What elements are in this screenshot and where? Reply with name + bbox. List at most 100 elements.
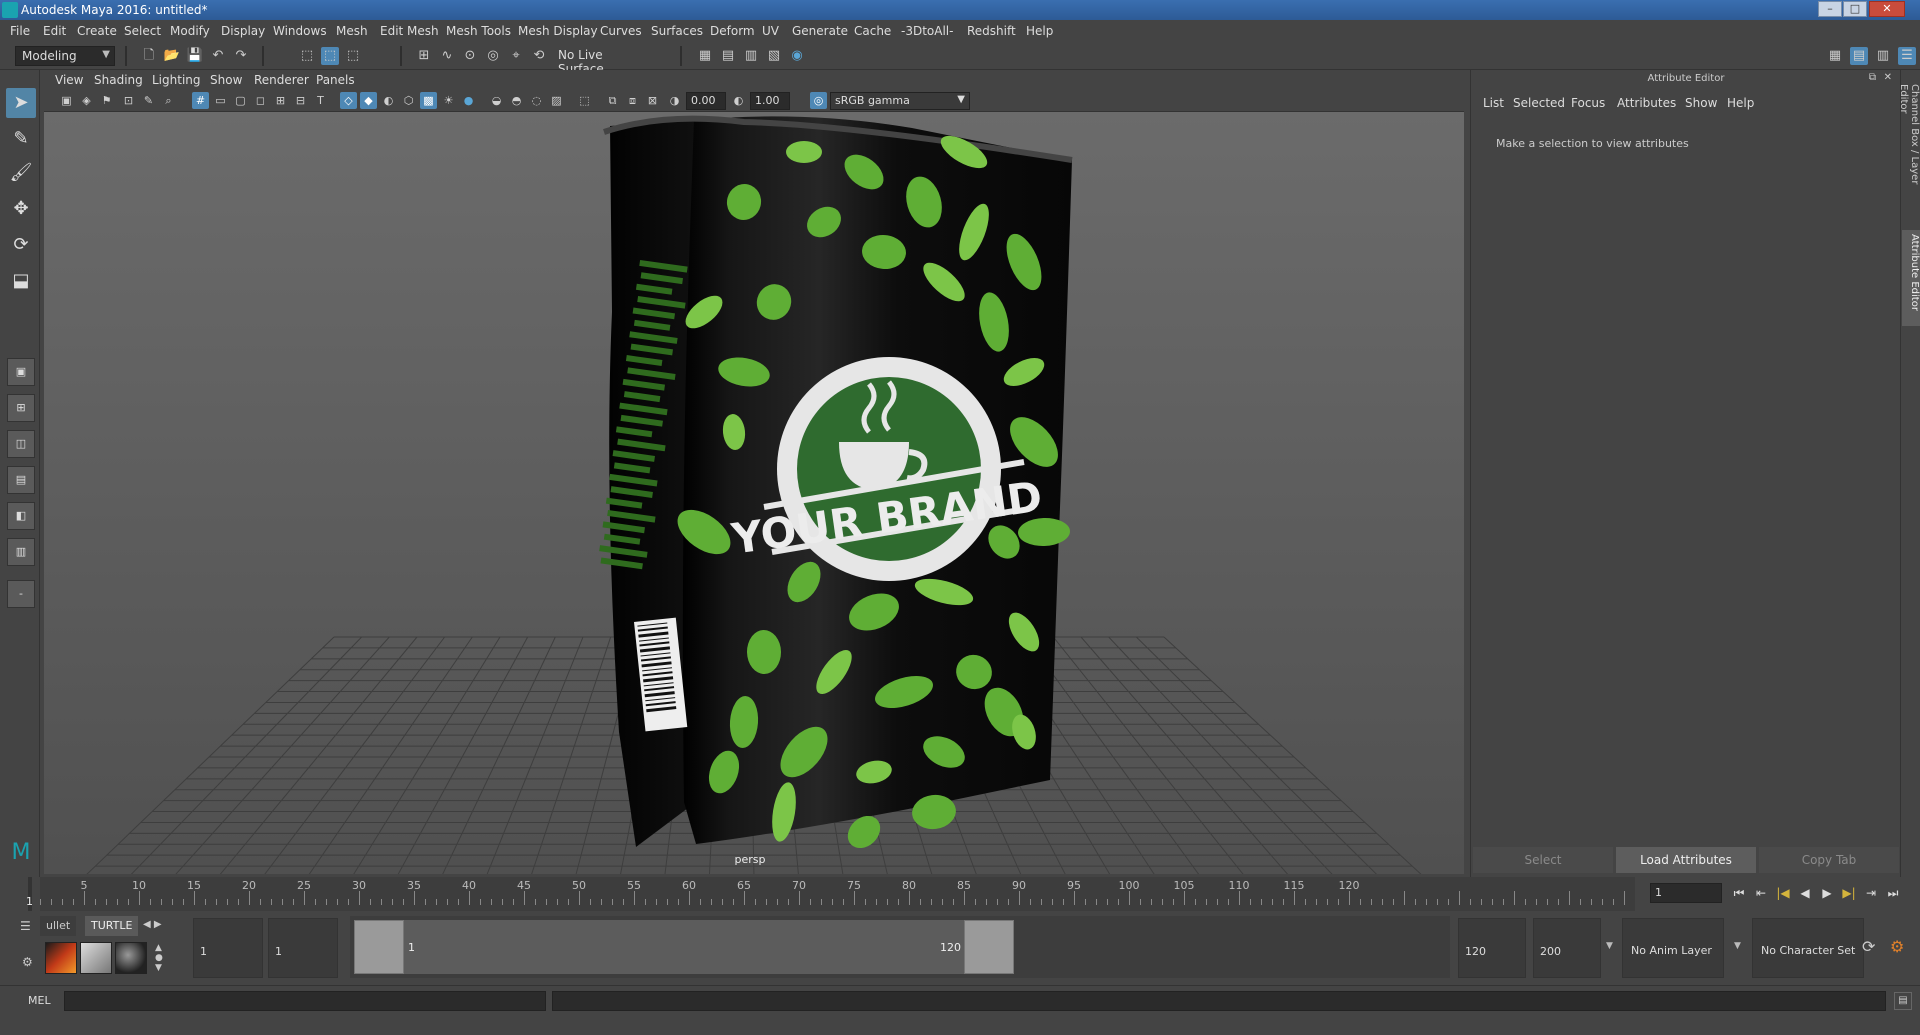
turtle-render-icon[interactable]	[80, 942, 112, 974]
snap-curve-icon[interactable]: ∿	[438, 47, 456, 65]
range-slider-bar[interactable]	[354, 920, 1014, 974]
film-gate-icon[interactable]: ▭	[212, 92, 229, 109]
grease-pencil-icon[interactable]: ✎	[140, 92, 157, 109]
shelf-menu-icon[interactable]: ☰	[20, 919, 31, 933]
ae-menu-show[interactable]: Show	[1685, 96, 1717, 110]
end-time-field[interactable]: 200	[1533, 918, 1601, 978]
time-slider-ticks[interactable]: 5 10 15 20 25 30 35 40 45 50 55 60 65 70 75 80 85 90 95 100…	[40, 877, 1635, 911]
close-button[interactable]: ✕	[1869, 1, 1905, 17]
undo-icon[interactable]: ↶	[209, 47, 227, 65]
menu-mesh-tools[interactable]: Mesh Tools	[446, 24, 511, 38]
field-chart-icon[interactable]: ⊞	[272, 92, 289, 109]
ae-menu-list[interactable]: List	[1483, 96, 1504, 110]
paint-select-tool-icon[interactable]: 🖌	[6, 158, 36, 188]
load-attributes-button[interactable]: Load Attributes	[1616, 847, 1756, 873]
chevron-down-icon[interactable]: ▼	[1606, 941, 1613, 951]
smooth-shade-icon[interactable]: ◆	[360, 92, 377, 109]
2d-pan-zoom-icon[interactable]: ⌕	[160, 92, 177, 109]
panel-menu-shading[interactable]: Shading	[94, 73, 143, 87]
sphere-material-icon[interactable]	[115, 942, 147, 974]
scale-tool-icon[interactable]: ⬓	[6, 266, 36, 296]
character-set-dropdown[interactable]: No Character Set	[1752, 918, 1864, 978]
step-back-frame-button[interactable]: ⇤	[1752, 884, 1770, 902]
four-pane-layout-icon[interactable]: ⊞	[7, 394, 35, 422]
screen-space-ao-icon[interactable]: ◒	[488, 92, 505, 109]
shadows-icon[interactable]: ●	[460, 92, 477, 109]
hypershade-icon[interactable]: ◉	[788, 47, 806, 65]
chevron-down-icon[interactable]: ▼	[1734, 941, 1741, 951]
ipr-render-icon[interactable]: ▥	[742, 47, 760, 65]
wireframe-icon[interactable]: ◇	[340, 92, 357, 109]
anti-aliasing-icon[interactable]: ◌	[528, 92, 545, 109]
range-start-handle[interactable]	[354, 920, 404, 974]
xray-components-icon[interactable]: ⊠	[644, 92, 661, 109]
select-camera-icon[interactable]: ▣	[58, 92, 75, 109]
exposure-field[interactable]: 0.00	[686, 92, 726, 110]
command-input[interactable]	[64, 991, 546, 1011]
save-scene-icon[interactable]: 💾	[186, 47, 204, 65]
menu-modify[interactable]: Modify	[170, 24, 210, 38]
safe-action-icon[interactable]: ⊟	[292, 92, 309, 109]
resolution-gate-icon[interactable]: ▢	[232, 92, 249, 109]
menuset-dropdown[interactable]: Modeling ▼	[15, 46, 115, 66]
ae-menu-help[interactable]: Help	[1727, 96, 1754, 110]
shelf-tab-turtle[interactable]: TURTLE	[85, 916, 139, 936]
select-tool-icon[interactable]: ➤	[6, 88, 36, 118]
ae-menu-focus[interactable]: Focus	[1571, 96, 1605, 110]
perspective-viewport[interactable]: YOUR BRAND	[44, 112, 1464, 874]
menu-edit[interactable]: Edit	[43, 24, 66, 38]
gamma-field[interactable]: 1.00	[750, 92, 790, 110]
make-live-icon[interactable]: ⟲	[530, 47, 548, 65]
select-button[interactable]: Select	[1473, 847, 1613, 873]
minimize-button[interactable]: –	[1818, 1, 1842, 17]
maximize-button[interactable]: □	[1843, 1, 1867, 17]
use-default-material-icon[interactable]: ◐	[380, 92, 397, 109]
menu-cache[interactable]: Cache	[854, 24, 891, 38]
range-slider-track[interactable]: 1 120	[350, 916, 1450, 978]
menu-mesh[interactable]: Mesh	[336, 24, 368, 38]
tool-settings-icon[interactable]: ▥	[1874, 47, 1892, 65]
render-frame-icon[interactable]: ▤	[719, 47, 737, 65]
bookmark-icon[interactable]: ⚑	[98, 92, 115, 109]
close-icon[interactable]: ✕	[1884, 72, 1892, 83]
snap-view-plane-icon[interactable]: ◎	[484, 47, 502, 65]
range-end-handle[interactable]	[964, 920, 1014, 974]
play-backwards-button[interactable]: ◀	[1796, 884, 1814, 902]
panel-menu-panels[interactable]: Panels	[316, 73, 355, 87]
select-component-icon[interactable]: ⬚	[344, 47, 362, 65]
open-scene-icon[interactable]: 📂	[163, 47, 181, 65]
shelf-tab-scroll-icon[interactable]: ◀ ▶	[143, 919, 162, 930]
menu-file[interactable]: File	[10, 24, 30, 38]
menu-create[interactable]: Create	[77, 24, 117, 38]
motion-blur-icon[interactable]: ◓	[508, 92, 525, 109]
playback-end-field[interactable]: 120	[1458, 918, 1526, 978]
camera-attributes-icon[interactable]: ◈	[78, 92, 95, 109]
current-frame-field[interactable]: 1	[1650, 883, 1722, 903]
gamma-icon[interactable]: ◐	[730, 92, 747, 109]
color-management-icon[interactable]: ◎	[810, 92, 827, 109]
menu-select[interactable]: Select	[124, 24, 161, 38]
maya-home-icon[interactable]: M	[6, 838, 36, 868]
time-slider[interactable]: 1 5 10 15 20 25 30 35 40 45 50 55 60 65 70 75 80 85 90 95 1…	[0, 877, 1920, 911]
shelf-scroll-icon[interactable]: ▲ ● ▼	[155, 943, 163, 973]
menu-help[interactable]: Help	[1026, 24, 1053, 38]
wireframe-on-shaded-icon[interactable]: ⬡	[400, 92, 417, 109]
live-surface-field[interactable]: No Live Surface	[552, 46, 644, 76]
ae-menu-selected[interactable]: Selected	[1513, 96, 1565, 110]
two-pane-layout-icon[interactable]: ◫	[7, 430, 35, 458]
playback-start-field[interactable]: 1	[268, 918, 338, 978]
menu-uv[interactable]: UV	[762, 24, 779, 38]
render-settings-icon[interactable]: ▧	[765, 47, 783, 65]
ae-menu-attributes[interactable]: Attributes	[1617, 96, 1676, 110]
start-time-field[interactable]: 1	[193, 918, 263, 978]
image-plane-icon[interactable]: ⊡	[120, 92, 137, 109]
modeling-toolkit-icon[interactable]: ▦	[1826, 47, 1844, 65]
persp-outliner-layout-icon[interactable]: ▤	[7, 466, 35, 494]
menu-edit-mesh[interactable]: Edit Mesh	[380, 24, 439, 38]
safe-title-icon[interactable]: T	[312, 92, 329, 109]
channel-box-tab[interactable]: Channel Box / Layer Editor	[1898, 80, 1920, 210]
step-back-key-button[interactable]: |◀	[1774, 884, 1792, 902]
move-tool-icon[interactable]: ✥	[6, 194, 36, 224]
animation-preferences-icon[interactable]: ⚙	[1890, 937, 1904, 956]
attribute-editor-tab[interactable]: Attribute Editor	[1902, 230, 1920, 326]
